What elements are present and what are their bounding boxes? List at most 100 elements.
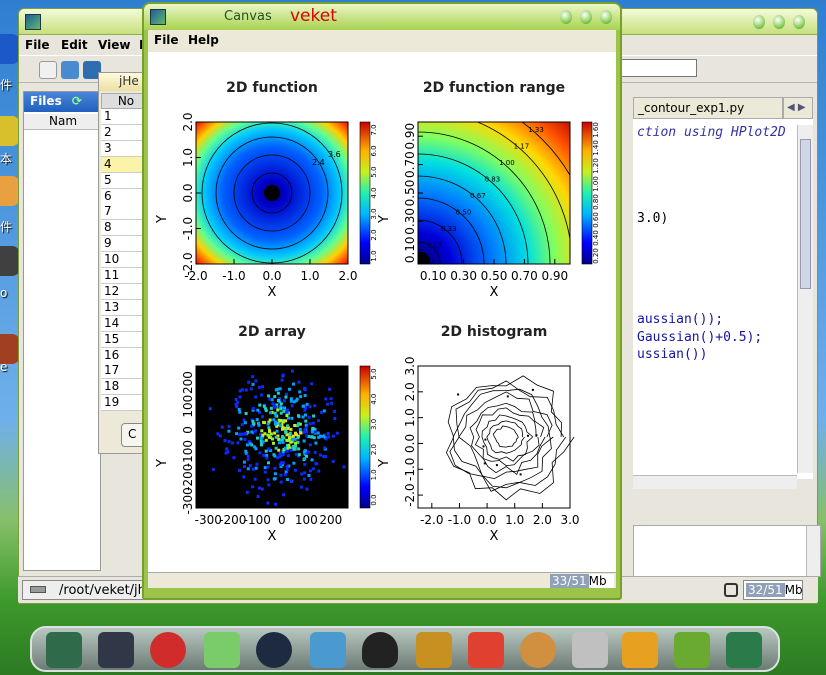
data-cell (274, 446, 278, 450)
data-cell (316, 431, 320, 435)
data-cell (283, 446, 287, 450)
colorbar (581, 121, 593, 265)
code-horizontal-scrollbar[interactable] (633, 475, 797, 489)
data-cell (311, 430, 315, 434)
data-cell (303, 388, 307, 392)
data-cell (317, 469, 321, 473)
code-vertical-scrollbar[interactable] (797, 125, 813, 473)
colorbar-tick-label: 4.0 (370, 187, 378, 198)
x-tick-label: 0.0 (262, 269, 281, 283)
data-cell (302, 450, 306, 454)
data-cell (272, 441, 275, 445)
colorbar-tick-label: 1.20 (592, 158, 600, 174)
code-line: ussian()) (637, 347, 708, 362)
data-cell (243, 437, 247, 441)
desktop-icon-3[interactable] (0, 176, 20, 206)
open-folder-icon[interactable] (61, 61, 79, 79)
y-tick-label: 200 (181, 371, 195, 394)
data-cell (274, 435, 278, 439)
tab-scroll-arrows[interactable]: ◀ ▶ (783, 97, 813, 119)
data-cell (267, 461, 270, 465)
maximize-button[interactable] (773, 15, 785, 29)
canvas-menu-help[interactable]: Help (188, 33, 219, 47)
data-cell (268, 397, 272, 401)
camera-icon[interactable] (726, 632, 762, 668)
data-cell (292, 382, 295, 386)
data-cell (311, 467, 315, 471)
menu-view[interactable]: View (98, 38, 130, 52)
data-cell (297, 422, 301, 426)
code-line: aussian()); (637, 312, 724, 327)
menu-file[interactable]: File (25, 38, 50, 52)
data-cell (277, 399, 280, 402)
dock-icon-12[interactable] (622, 632, 658, 668)
y-tick-label: -1.0 (403, 458, 417, 481)
dock-icon-1[interactable] (46, 632, 82, 668)
search-input[interactable] (615, 59, 697, 77)
dock-icon-4[interactable] (204, 632, 240, 668)
data-cell (326, 402, 330, 406)
plots-svg: 2D function 2.43.6 -2.0 -1.0 0.0 1.0 2.0 -2.0 -1… (155, 80, 600, 544)
plot-canvas[interactable]: 2D function 2.4 3.6 -2.0 -1.0 0.0 1.0 2.0 -2.0 -1… (148, 52, 616, 572)
desktop-icon-4[interactable] (0, 246, 20, 276)
data-cell (256, 408, 260, 412)
data-cell (300, 485, 304, 489)
dock (30, 626, 780, 672)
colorbar-tick-label: 1.0 (370, 469, 378, 480)
files-column-header[interactable]: Nam (24, 114, 102, 130)
dock-icon-6[interactable] (310, 632, 346, 668)
canvas-close-button[interactable] (600, 10, 612, 24)
data-cell (294, 452, 298, 456)
data-cell (243, 432, 247, 435)
data-cell (243, 465, 246, 469)
usb-icon[interactable] (572, 632, 608, 668)
penguin-icon[interactable] (362, 632, 398, 668)
minimize-button[interactable] (753, 15, 765, 29)
dock-icon-5[interactable] (256, 632, 292, 668)
canvas-maximize-button[interactable] (580, 10, 592, 24)
data-cell (256, 436, 259, 440)
desktop-icon-1[interactable] (0, 34, 20, 64)
data-cell (279, 480, 283, 484)
console-output[interactable] (633, 525, 821, 577)
dock-icon-3[interactable] (150, 632, 186, 668)
canvas-menu-file[interactable]: File (154, 33, 179, 47)
code-tab[interactable]: _contour_exp1.py (633, 97, 783, 119)
desktop-label-1: 件 (0, 78, 13, 92)
x-tick-label: -300 (195, 513, 222, 527)
data-cell (312, 414, 316, 418)
x-axis-label: X (490, 285, 499, 300)
scroll-thumb[interactable] (800, 139, 811, 289)
monitor-icon[interactable] (98, 632, 134, 668)
desktop-icon-2[interactable] (0, 116, 20, 146)
data-cell (313, 451, 317, 454)
data-cell (263, 470, 267, 474)
x-axis-label: X (268, 285, 277, 300)
y-tick-label: 2.0 (181, 112, 195, 131)
close-button[interactable] (793, 15, 805, 29)
data-cell (263, 466, 267, 470)
path-text: /root/veket/jh (59, 583, 146, 598)
data-cell (281, 426, 285, 430)
data-cell (296, 436, 300, 440)
dock-icon-9[interactable] (468, 632, 504, 668)
chart-title: 2D function range (423, 80, 565, 96)
door-icon[interactable] (416, 632, 452, 668)
colorbar-tick-label: 0.20 (592, 248, 600, 264)
canvas-titlebar[interactable]: Canvas veket (144, 4, 620, 30)
refresh-icon[interactable]: ⟳ (72, 94, 82, 108)
canvas-minimize-button[interactable] (560, 10, 572, 24)
menu-edit[interactable]: Edit (61, 38, 88, 52)
data-cell (285, 414, 289, 417)
desktop-label-4: o (0, 286, 8, 300)
files-tab[interactable]: Files ⟳ (24, 92, 102, 112)
data-cell (288, 387, 291, 391)
console-scrollbar[interactable] (806, 526, 820, 576)
x-tick-label: 0.10 (420, 269, 447, 283)
code-editor[interactable]: ction using HPlot2D 3.0) aussian()); Gau… (633, 119, 813, 479)
palette-icon[interactable] (520, 632, 556, 668)
help-icon[interactable] (674, 632, 710, 668)
contour-label: 3.6 (328, 150, 341, 159)
data-cell (267, 394, 271, 398)
new-file-icon[interactable] (39, 61, 57, 79)
